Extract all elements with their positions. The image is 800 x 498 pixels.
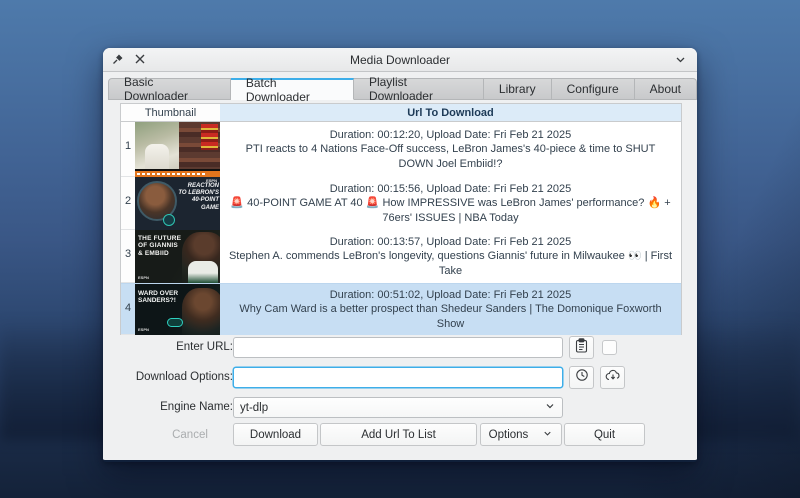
- row-number: 2: [121, 177, 135, 230]
- tab-library[interactable]: Library: [484, 78, 552, 100]
- url-table: Thumbnail Url To Download 1 Duration: 00…: [120, 103, 682, 335]
- window-title: Media Downloader: [103, 53, 697, 67]
- thumbnail-column-header[interactable]: Thumbnail: [121, 104, 220, 121]
- clipboard-icon: [575, 338, 588, 358]
- video-meta: Duration: 00:51:02, Upload Date: Fri Feb…: [330, 288, 572, 303]
- tab-configure[interactable]: Configure: [552, 78, 635, 100]
- history-button[interactable]: [569, 366, 594, 389]
- tab-playlist-downloader[interactable]: Playlist Downloader: [354, 78, 484, 100]
- add-url-to-list-button[interactable]: Add Url To List: [320, 423, 477, 446]
- enter-url-label: Enter URL:: [123, 341, 233, 353]
- download-options-input[interactable]: [233, 367, 563, 388]
- chevron-down-icon: [544, 400, 556, 415]
- tab-basic-downloader[interactable]: Basic Downloader: [108, 78, 231, 100]
- video-thumbnail: [135, 122, 220, 177]
- video-title: PTI reacts to 4 Nations Face-Off success…: [228, 142, 673, 171]
- video-meta: Duration: 00:15:56, Upload Date: Fri Feb…: [330, 182, 572, 197]
- video-title: Why Cam Ward is a better prospect than S…: [228, 302, 673, 331]
- titlebar[interactable]: Media Downloader: [103, 48, 697, 72]
- pin-icon[interactable]: [111, 53, 124, 66]
- video-info: Duration: 00:12:20, Upload Date: Fri Feb…: [220, 122, 681, 177]
- cancel-button[interactable]: Cancel: [150, 423, 230, 446]
- video-info: Duration: 00:51:02, Upload Date: Fri Feb…: [220, 284, 681, 335]
- table-header: Thumbnail Url To Download: [121, 104, 681, 122]
- row-number: 4: [121, 284, 135, 335]
- table-row[interactable]: 3 THE FUTURE OF GIANNIS & EMBIID ESPN Du…: [121, 230, 681, 283]
- engine-name-value: yt-dlp: [240, 402, 268, 414]
- table-row-selected[interactable]: 4 WARD OVER SANDERS?! ESPN Duration: 00:…: [121, 283, 681, 335]
- media-downloader-window: Media Downloader Basic Downloader Batch …: [103, 48, 697, 462]
- quit-button[interactable]: Quit: [564, 423, 645, 446]
- close-icon[interactable]: [134, 53, 147, 66]
- tab-bar: Basic Downloader Batch Downloader Playli…: [108, 78, 697, 100]
- tab-batch-downloader[interactable]: Batch Downloader: [231, 78, 354, 100]
- video-thumbnail: REACTION TO LEBRON'S 40-POINT GAME ESPN: [135, 177, 220, 230]
- history-clock-icon: [575, 368, 589, 387]
- clipboard-paste-button[interactable]: [569, 336, 594, 359]
- url-column-header[interactable]: Url To Download: [220, 104, 681, 121]
- tab-about[interactable]: About: [635, 78, 697, 100]
- video-info: Duration: 00:15:56, Upload Date: Fri Feb…: [220, 177, 681, 230]
- download-button[interactable]: Download: [233, 423, 318, 446]
- enter-url-input[interactable]: [233, 337, 563, 358]
- download-options-cloud-button[interactable]: [600, 366, 625, 389]
- video-title: 🚨 40-POINT GAME AT 40 🚨 How IMPRESSIVE w…: [228, 196, 673, 225]
- chevron-down-icon: [542, 428, 553, 442]
- engine-name-select[interactable]: yt-dlp: [233, 397, 563, 418]
- video-thumbnail: WARD OVER SANDERS?! ESPN: [135, 284, 220, 335]
- chevron-down-icon[interactable]: [674, 53, 687, 66]
- video-title: Stephen A. commends LeBron's longevity, …: [228, 249, 673, 278]
- video-info: Duration: 00:13:57, Upload Date: Fri Feb…: [220, 230, 681, 283]
- cloud-download-icon: [605, 369, 621, 387]
- video-meta: Duration: 00:13:57, Upload Date: Fri Feb…: [330, 235, 572, 250]
- video-thumbnail: THE FUTURE OF GIANNIS & EMBIID ESPN: [135, 230, 220, 283]
- options-button[interactable]: Options: [480, 423, 562, 446]
- row-number: 3: [121, 230, 135, 283]
- table-row[interactable]: 1 Duration: 00:12:20, Upload Date: Fri F…: [121, 122, 681, 177]
- thumbnail-art: [182, 288, 220, 335]
- table-row[interactable]: 2 REACTION TO LEBRON'S 40-POINT GAME ESP…: [121, 177, 681, 230]
- engine-name-label: Engine Name:: [123, 401, 233, 413]
- url-checkbox[interactable]: [602, 340, 617, 355]
- video-meta: Duration: 00:12:20, Upload Date: Fri Feb…: [330, 128, 572, 143]
- download-options-label: Download Options:: [123, 371, 233, 383]
- row-number: 1: [121, 122, 135, 177]
